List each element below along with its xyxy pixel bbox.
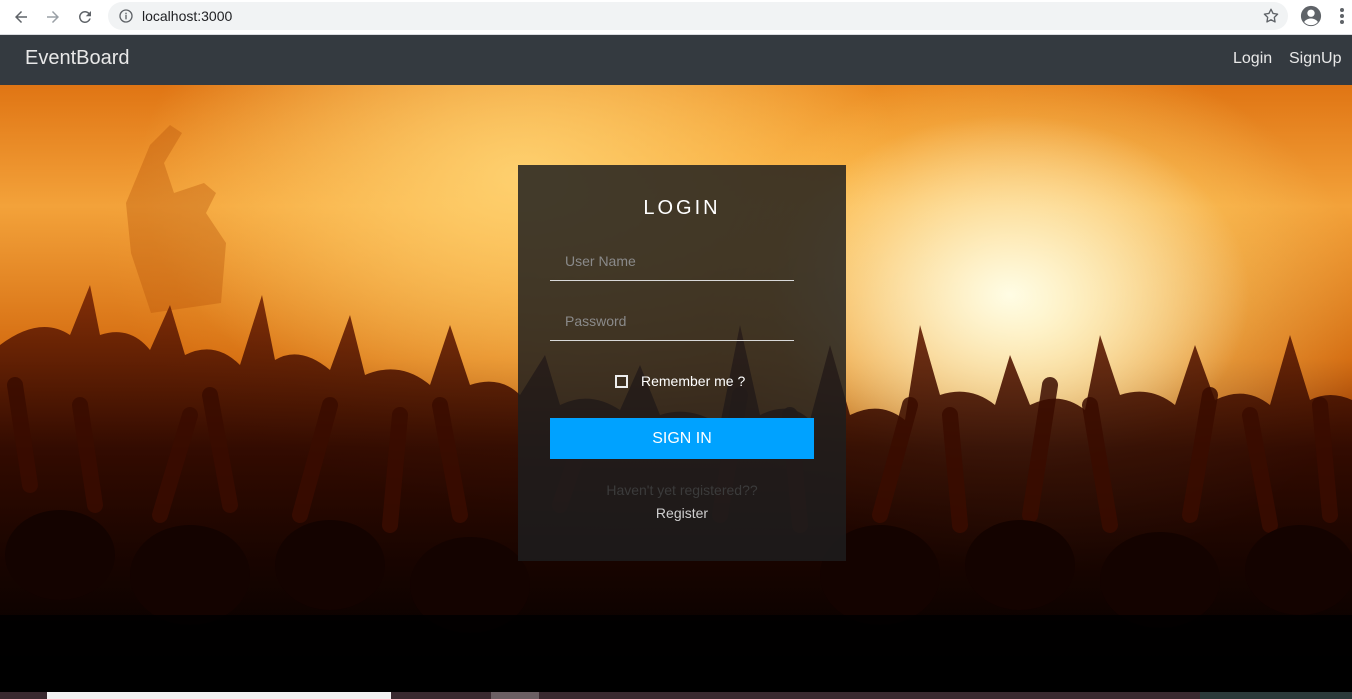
browser-toolbar: localhost:3000	[0, 0, 1352, 35]
address-bar[interactable]: localhost:3000	[108, 2, 1288, 30]
star-icon[interactable]	[1262, 7, 1280, 25]
reload-icon	[78, 10, 91, 23]
forward-button[interactable]	[40, 4, 66, 30]
remember-me-checkbox[interactable]	[615, 375, 628, 388]
taskbar-search-box[interactable]	[47, 692, 391, 699]
arrow-right-icon	[47, 11, 59, 23]
arrow-left-icon	[15, 11, 27, 23]
os-taskbar	[0, 692, 1352, 699]
info-icon[interactable]	[118, 8, 134, 24]
app-navbar: EventBoard Login SignUp	[0, 35, 1352, 85]
password-input[interactable]	[550, 301, 794, 341]
taskbar-app-button[interactable]	[491, 692, 539, 699]
sign-in-button[interactable]: SIGN IN	[550, 418, 814, 459]
register-link[interactable]: Register	[518, 505, 846, 521]
login-card: LOGIN Remember me ? SIGN IN Haven't yet …	[518, 165, 846, 561]
account-circle-icon[interactable]	[1300, 5, 1322, 27]
not-registered-text: Haven't yet registered??	[606, 482, 758, 498]
login-title: LOGIN	[643, 197, 721, 219]
nav-signup-link[interactable]: SignUp	[1289, 50, 1341, 68]
kebab-menu-icon[interactable]	[1334, 6, 1350, 26]
remember-me-label[interactable]: Remember me ?	[641, 373, 745, 389]
back-button[interactable]	[8, 4, 34, 30]
url-text[interactable]: localhost:3000	[142, 8, 232, 24]
username-input[interactable]	[550, 241, 794, 281]
nav-login-link[interactable]: Login	[1233, 50, 1272, 68]
reload-button[interactable]	[72, 4, 98, 30]
remember-me-toggle[interactable]: Remember me ?	[615, 373, 745, 389]
brand-logo[interactable]: EventBoard	[25, 47, 130, 70]
system-tray	[1200, 692, 1352, 699]
